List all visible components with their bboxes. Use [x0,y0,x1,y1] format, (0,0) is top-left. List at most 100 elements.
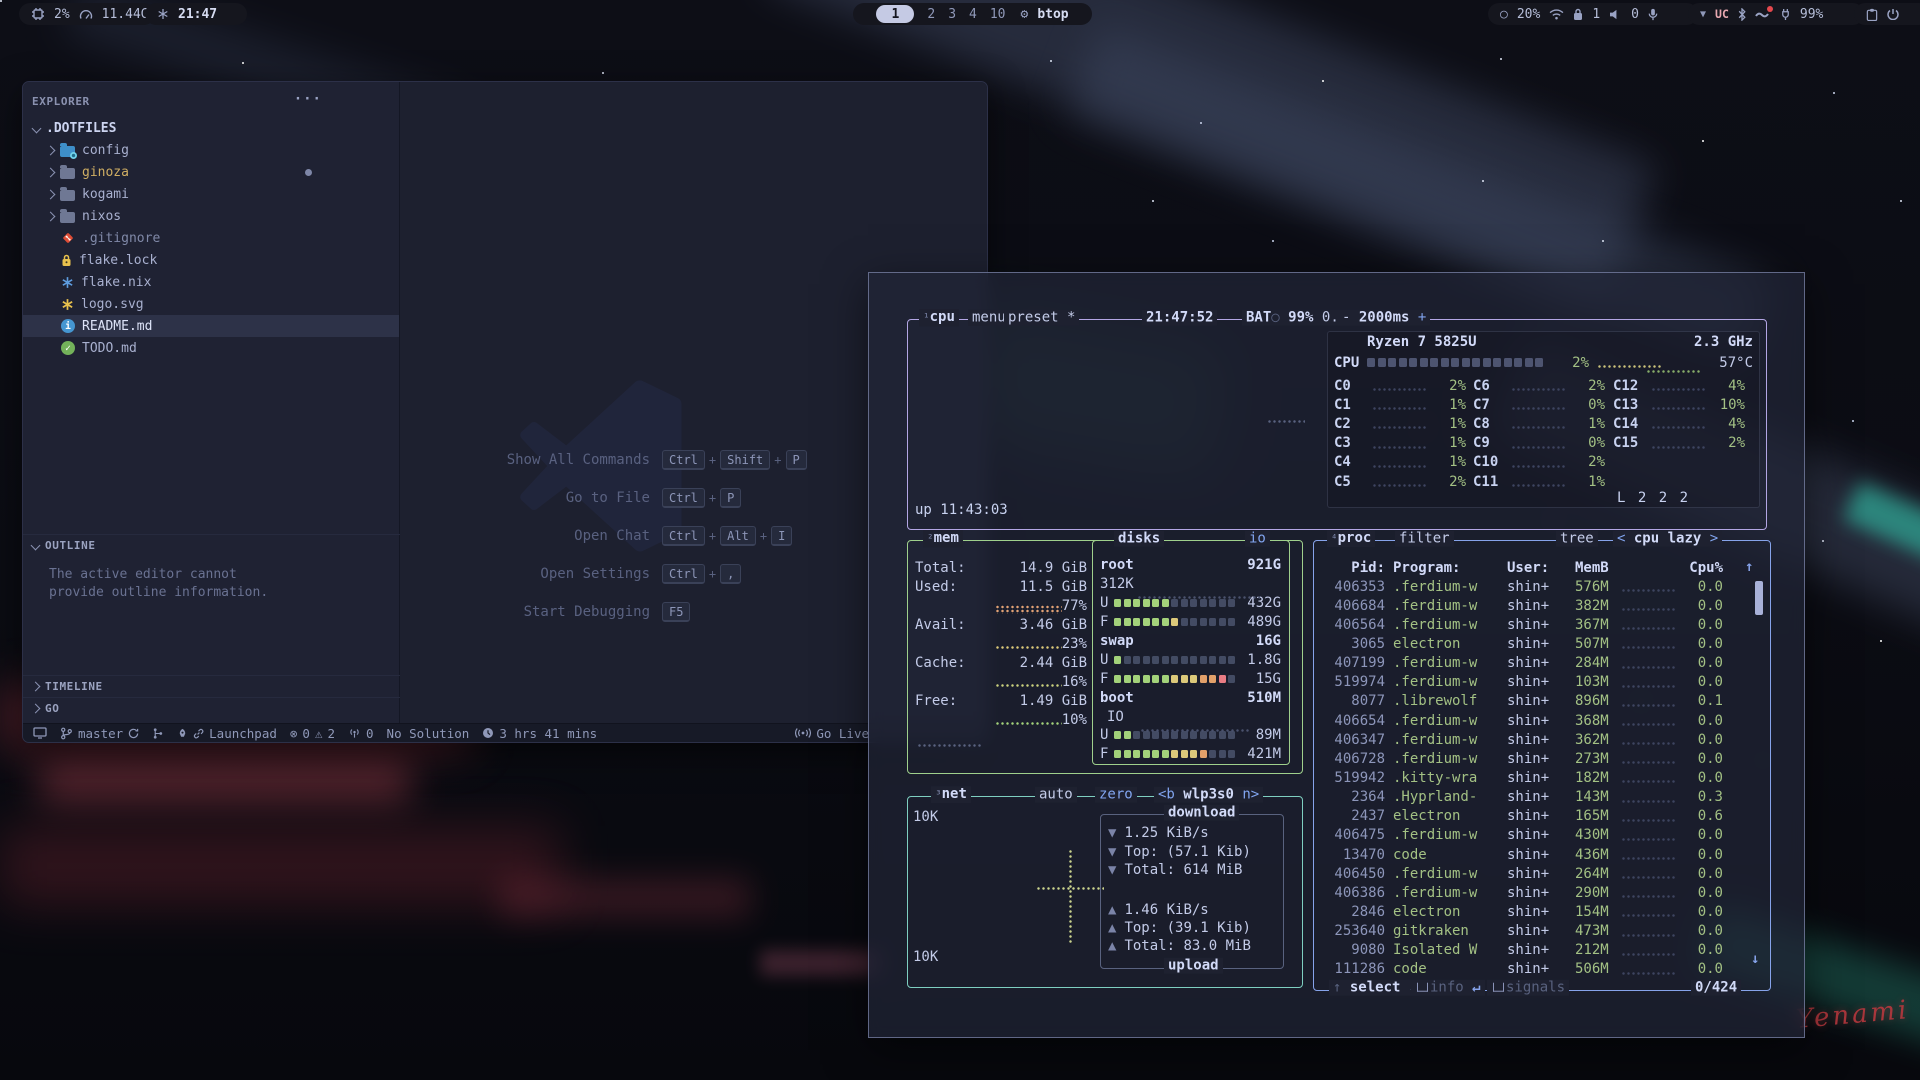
workspace-1[interactable]: 1 [876,5,914,23]
process-row[interactable]: 2364 .Hyprland- shin+ 143M 0.3 [1315,788,1755,807]
tree-item-flake-nix[interactable]: flake.nix [23,271,399,293]
tray-expand-icon[interactable]: ▼ [1700,9,1706,20]
btop-clock: 21:47:52 [1142,310,1217,326]
tray-module[interactable]: ▼ UC 99% [1688,3,1864,25]
process-row[interactable]: 519974 .ferdium-w shin+ 103M 0.0 [1315,673,1755,692]
ports-item[interactable]: 0 [348,726,374,741]
disks-title[interactable]: disks [1114,531,1164,547]
net-auto-button[interactable]: auto [1035,787,1077,803]
clipboard-icon[interactable] [1866,8,1878,21]
folder-icon [60,190,75,201]
volume-value: 0 [1631,7,1639,22]
scroll-down-icon[interactable]: ↓ [1751,951,1759,967]
tree-item-config[interactable]: config [23,139,399,161]
go-live-item[interactable]: Go Live [795,726,869,741]
time-tracker-item[interactable]: 3 hrs 41 mins [482,726,597,741]
key-chip: Shift [720,450,770,470]
uc-tray-icon[interactable]: UC [1715,7,1729,21]
process-row[interactable]: 9080 Isolated W shin+ 212M 0.0 [1315,941,1755,960]
process-row[interactable]: 8077 .librewolf shin+ 896M 0.1 [1315,692,1755,711]
memory-row: Cache:2.44 GiB 16% [915,653,1087,691]
cpu-box-title[interactable]: ¹cpu [919,309,959,326]
proc-footer-signals[interactable]: signals [1487,980,1569,996]
power-module[interactable] [1854,3,1920,25]
net-box-title[interactable]: ³net [931,786,971,803]
process-row[interactable]: 3065 electron shin+ 507M 0.0 [1315,634,1755,653]
more-actions-button[interactable]: ··· [294,91,322,107]
timeline-section-header[interactable]: TIMELINE [23,675,408,696]
tree-item-kogami[interactable]: kogami [23,183,399,205]
tree-item-gitignore[interactable]: .gitignore [23,227,399,249]
update-interval[interactable]: - 2000ms + [1338,310,1430,326]
proc-footer-info[interactable]: info ↵ [1411,980,1485,996]
launchpad-item[interactable]: Launchpad [177,726,277,741]
tree-root-dotfiles[interactable]: .DOTFILES [23,117,399,139]
power-icon[interactable] [1887,8,1899,20]
workspace-3[interactable]: 3 [948,7,956,22]
process-row[interactable]: 406475 .ferdium-w shin+ 430M 0.0 [1315,826,1755,845]
chevron-right-icon [46,189,56,199]
workspace-10[interactable]: 10 [990,7,1006,22]
folder-icon [60,168,75,179]
process-row[interactable]: 406564 .ferdium-w shin+ 367M 0.0 [1315,615,1755,634]
sort-direction-icon[interactable]: ↑ [1745,559,1753,575]
proc-footer-select[interactable]: ↑ select ↓ [1329,980,1421,996]
item-label: config [82,143,129,158]
tree-item-todo[interactable]: ✓ TODO.md [23,337,399,359]
rocket-icon [177,728,188,739]
process-row[interactable]: 406684 .ferdium-w shin+ 382M 0.0 [1315,596,1755,615]
notification-wave-icon[interactable] [1755,9,1771,19]
process-row[interactable]: 111286 code shin+ 506M 0.0 [1315,960,1755,979]
process-row[interactable]: 406450 .ferdium-w shin+ 264M 0.0 [1315,864,1755,883]
sort-selector[interactable]: < cpu lazy > [1613,531,1722,547]
cpu-total-percent: 2% [1543,355,1589,371]
tree-item-nixos[interactable]: nixos [23,205,399,227]
workspace-2[interactable]: 2 [927,7,935,22]
proc-box-title[interactable]: ⁴proc [1327,530,1375,547]
key-chip: P [786,450,807,470]
key-chip: Ctrl [662,564,705,584]
process-row[interactable]: 406347 .ferdium-w shin+ 362M 0.0 [1315,730,1755,749]
tree-item-flake-lock[interactable]: flake.lock [23,249,399,271]
preset-button[interactable]: preset * [1004,310,1079,326]
problems-item[interactable]: ⊗ 0 ⚠ 2 [290,726,335,741]
go-section-header[interactable]: GO [23,697,408,718]
filter-button[interactable]: filter [1395,531,1454,547]
branch-icon [60,727,73,740]
proc-scrollbar[interactable] [1755,581,1763,615]
process-row[interactable]: 2437 electron shin+ 165M 0.6 [1315,807,1755,826]
process-row[interactable]: 2846 electron shin+ 154M 0.0 [1315,902,1755,921]
process-row[interactable]: 13470 code shin+ 436M 0.0 [1315,845,1755,864]
process-row[interactable]: 253640 gitkraken shin+ 473M 0.0 [1315,922,1755,941]
process-row[interactable]: 406728 .ferdium-w shin+ 273M 0.0 [1315,749,1755,768]
process-row[interactable]: 407199 .ferdium-w shin+ 284M 0.0 [1315,654,1755,673]
remote-indicator[interactable] [33,727,47,739]
net-zero-button[interactable]: zero [1095,787,1137,803]
process-row[interactable]: 406654 .ferdium-w shin+ 368M 0.0 [1315,711,1755,730]
solution-item[interactable]: No Solution [387,726,470,741]
core-column-1: C02%C11%C21%C31%C41%C52% [1334,376,1466,491]
process-row[interactable]: 406386 .ferdium-w shin+ 290M 0.0 [1315,883,1755,902]
proc-table-header[interactable]: Pid: Program: User: MemB Cpu% [1315,558,1767,577]
clock-module[interactable]: 21:47 [145,3,247,25]
process-row[interactable]: 519942 .kitty-wra shin+ 182M 0.0 [1315,768,1755,787]
core-row: C1310% [1613,395,1745,414]
tree-item-readme-selected[interactable]: i README.md [23,315,399,337]
system-stats-module[interactable]: 2% 11.44GB [19,3,155,25]
core-row: C102% [1473,453,1605,472]
process-row[interactable]: 406353 .ferdium-w shin+ 576M 0.0 [1315,577,1755,596]
tree-button[interactable]: tree [1556,531,1598,547]
git-graph-item[interactable] [152,727,164,740]
mem-box-title[interactable]: ²mem [923,530,963,547]
tree-item-ginoza[interactable]: ginoza [23,161,399,183]
hardware-module[interactable]: ○ 20% 1 0 [1488,3,1698,25]
item-label: logo.svg [81,297,144,312]
workspace-4[interactable]: 4 [969,7,977,22]
microphone-icon [1648,8,1658,21]
io-mode-button[interactable]: io [1245,531,1270,547]
outline-section-header[interactable]: OUTLINE [23,534,408,555]
net-interface[interactable]: <b wlp3s0 n> [1154,787,1263,803]
git-branch-item[interactable]: master [60,726,139,741]
upload-total: ▲Total: 83.0 MiB [1108,938,1251,954]
tree-item-logo-svg[interactable]: logo.svg [23,293,399,315]
